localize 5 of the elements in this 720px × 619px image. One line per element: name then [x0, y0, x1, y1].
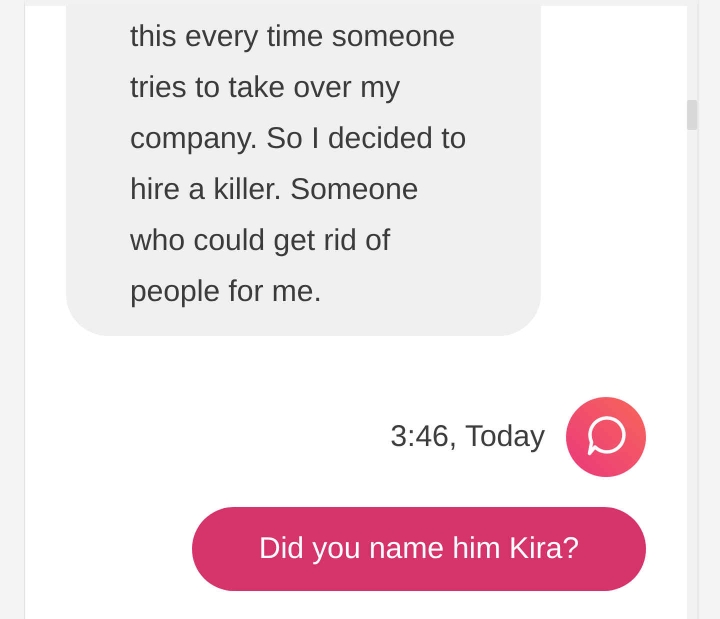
chat-bubble-icon — [566, 397, 646, 477]
message-time: 3:46, Today — [390, 420, 545, 454]
sent-message: Did you name him Kira? — [192, 507, 646, 591]
received-message: this every time someone tries to take over my company. So I decided to hire a killer. Someone who could get rid of people for me. — [66, 6, 541, 336]
scrollbar-thumb[interactable] — [687, 100, 697, 130]
